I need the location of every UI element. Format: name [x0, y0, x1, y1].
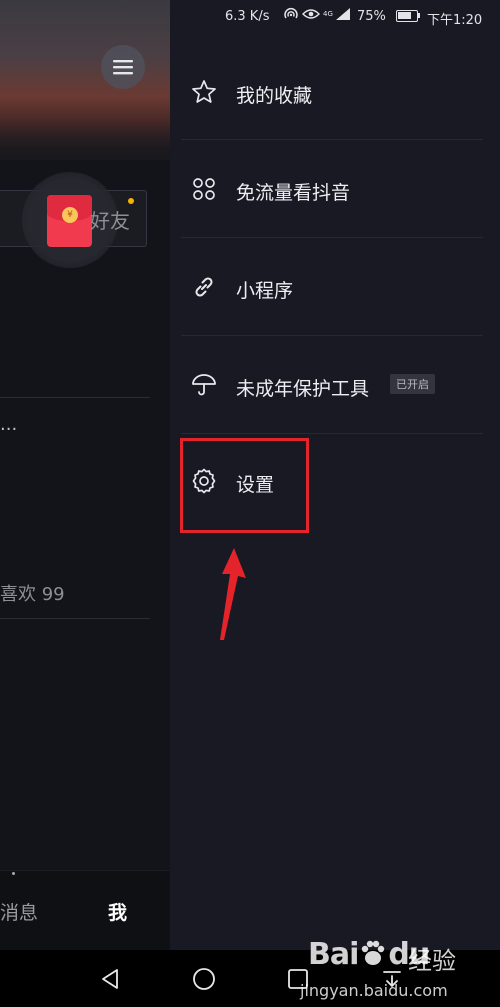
grid-four-circles-icon — [190, 175, 218, 203]
status-badge: 已开启 — [390, 374, 435, 394]
annotation-highlight-box — [180, 438, 309, 533]
eye-comfort-icon — [302, 9, 320, 19]
hamburger-menu-button[interactable] — [101, 45, 145, 89]
menu-item-favorites[interactable]: 我的收藏 — [170, 78, 500, 174]
menu-item-label: 小程序 — [236, 280, 294, 302]
menu-item-label: 免流量看抖音 — [236, 182, 351, 204]
star-icon — [190, 78, 218, 106]
tab-messages[interactable]: 消息 — [0, 898, 38, 925]
divider — [181, 139, 483, 140]
umbrella-icon — [190, 371, 218, 399]
profile-page-background: ¥ 好友 ... 喜欢 99 消息 我 — [0, 0, 170, 950]
divider — [0, 397, 150, 398]
truncated-bio-text: ... — [0, 414, 18, 435]
menu-item-label: 我的收藏 — [236, 85, 313, 107]
back-triangle-icon — [102, 968, 118, 989]
link-icon — [190, 273, 218, 301]
signal-icon — [335, 8, 350, 20]
menu-item-label: 未成年保护工具 — [236, 378, 370, 400]
paw-icon — [362, 940, 385, 965]
watermark-jingyan-text: 经验 — [408, 947, 456, 975]
divider — [181, 237, 483, 238]
tab-me[interactable]: 我 — [108, 898, 127, 925]
clock: 下午1:20 — [427, 13, 483, 28]
likes-tab-label[interactable]: 喜欢 99 — [0, 580, 65, 606]
back-button[interactable] — [80, 950, 140, 1007]
friend-button-label: 好友 — [90, 209, 130, 233]
menu-item-mini-programs[interactable]: 小程序 — [170, 273, 500, 369]
home-button[interactable] — [174, 950, 234, 1007]
battery-percent: 75% — [357, 9, 386, 24]
divider — [181, 433, 483, 434]
notification-dot — [128, 198, 134, 204]
red-envelope-icon[interactable]: ¥ — [47, 195, 92, 247]
divider — [181, 335, 483, 336]
hamburger-icon — [113, 60, 133, 75]
network-speed: 6.3 K/s — [225, 9, 270, 24]
watermark-url: jingyan.baidu.com — [300, 981, 448, 1000]
divider — [0, 618, 150, 619]
home-circle-icon — [193, 967, 215, 990]
baidu-jingyan-watermark: Bai du 经验 jingyan.baidu.com — [300, 933, 500, 1007]
hotspot-icon — [284, 8, 298, 19]
network-type: 4G — [323, 9, 333, 18]
status-bar: 6.3 K/s 4G 75% 下午1:20 — [170, 0, 500, 32]
battery-icon — [396, 10, 420, 22]
annotation-arrow — [220, 548, 246, 640]
menu-item-free-data[interactable]: 免流量看抖音 — [170, 175, 500, 271]
